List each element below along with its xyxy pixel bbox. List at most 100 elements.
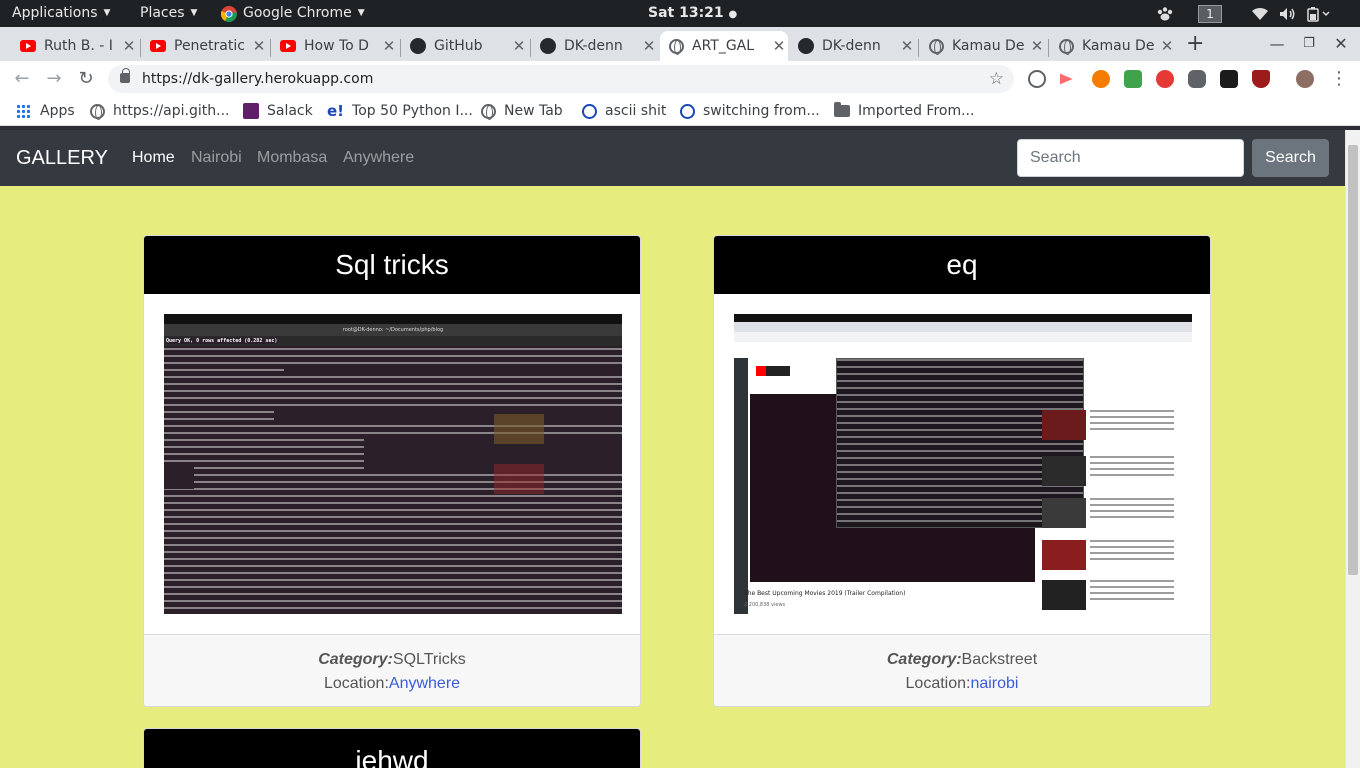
screenshot-status-line: Query OK, 0 rows affected (0.282 sec) (166, 338, 278, 344)
extension-icon[interactable] (1188, 70, 1206, 88)
battery-icon[interactable] (1307, 0, 1331, 27)
tab-title: ART_GAL (692, 38, 755, 54)
youtube-icon (20, 38, 36, 54)
close-tab-icon[interactable]: ✕ (1028, 37, 1046, 55)
location-label: Location: (905, 675, 971, 692)
site-icon (680, 103, 695, 119)
browser-tab[interactable]: DK-denn ✕ (532, 31, 658, 61)
new-tab-button[interactable]: + (1186, 27, 1204, 61)
lock-icon (120, 68, 130, 83)
browser-tab[interactable]: DK-denn ✕ (790, 31, 916, 61)
bookmark-item[interactable]: Salack (243, 97, 313, 125)
extension-icon[interactable] (1060, 73, 1073, 85)
site-navbar: GALLERY Home Nairobi Mombasa Anywhere Se… (0, 130, 1345, 186)
reload-button[interactable]: ↻ (74, 61, 98, 97)
card-image[interactable]: The Best Upcoming Movies 2019 (Trailer C… (734, 314, 1192, 614)
github-icon (410, 38, 426, 54)
card-footer: Category:SQLTricks Location:Anywhere (144, 634, 640, 706)
places-menu[interactable]: Places ▼ (140, 0, 197, 27)
wifi-icon[interactable] (1251, 0, 1269, 27)
tab-title: How To D (304, 38, 369, 54)
extension-icon[interactable] (1092, 70, 1110, 88)
workspace-indicator[interactable]: 1 (1198, 0, 1222, 27)
close-tab-icon[interactable]: ✕ (250, 37, 268, 55)
bookmark-label: New Tab (504, 103, 563, 119)
folder-icon (834, 102, 850, 117)
bookmark-label: switching from... (703, 103, 820, 119)
browser-tab[interactable]: Kamau De ✕ (920, 31, 1046, 61)
kebab-menu-icon[interactable]: ⋮ (1330, 61, 1348, 97)
bookmark-item[interactable]: ascii shit (582, 97, 666, 125)
clock[interactable]: Sat 13:21 ● (648, 0, 737, 28)
close-tab-icon[interactable]: ✕ (640, 37, 658, 55)
extension-icon[interactable] (1252, 70, 1270, 88)
close-tab-icon[interactable]: ✕ (510, 37, 528, 55)
extension-icon[interactable] (1156, 70, 1174, 88)
terminal-screenshot: root@DK-denno: ~/Documents/php/blog Quer… (164, 314, 622, 614)
bookmark-item[interactable]: e! Top 50 Python I... (327, 97, 473, 125)
browser-tab[interactable]: GitHub ✕ (402, 31, 528, 61)
bookmark-item[interactable]: https://api.gith... (90, 97, 229, 125)
caret-down-icon: ▼ (357, 8, 365, 18)
bookmark-label: Top 50 Python I... (352, 103, 473, 119)
gallery-card: eq The Best Upcoming Movies 2019 (Traile… (713, 235, 1211, 707)
volume-icon[interactable] (1279, 0, 1297, 27)
gallery-card: iehwd (143, 728, 641, 768)
bookmark-item[interactable]: New Tab (481, 97, 563, 125)
restore-icon[interactable]: ❐ (1294, 27, 1324, 61)
location-link[interactable]: nairobi (970, 675, 1018, 692)
minimize-icon[interactable]: — (1262, 27, 1292, 61)
search-button[interactable]: Search (1252, 139, 1329, 177)
close-tab-icon[interactable]: ✕ (120, 37, 138, 55)
close-tab-icon[interactable]: ✕ (898, 37, 916, 55)
scrollbar-thumb[interactable] (1348, 145, 1358, 575)
avatar[interactable] (1296, 70, 1314, 88)
browser-tab[interactable]: How To D ✕ (272, 31, 398, 61)
paw-icon[interactable] (1156, 0, 1174, 27)
bookmark-item[interactable]: switching from... (680, 97, 820, 125)
tab-title: DK-denn (564, 38, 623, 54)
browser-toolbar: ← → ↻ https://dk-gallery.herokuapp.com ☆… (0, 61, 1360, 97)
card-image[interactable]: root@DK-denno: ~/Documents/php/blog Quer… (164, 314, 622, 614)
extension-icon[interactable] (1220, 70, 1238, 88)
nav-home[interactable]: Home (132, 130, 175, 186)
extension-icon[interactable] (1028, 70, 1046, 88)
bookmark-apps[interactable]: Apps (16, 97, 75, 125)
category-label: Category: (318, 651, 393, 668)
screenshot-title-bar: root@DK-denno: ~/Documents/php/blog (164, 324, 622, 336)
tab-title: Kamau De (1082, 38, 1155, 54)
notification-dot-icon: ● (728, 9, 738, 20)
github-icon (798, 38, 814, 54)
bookmark-star-icon[interactable]: ☆ (989, 65, 1004, 93)
bookmarks-bar: Apps https://api.gith... Salack e! Top 5… (0, 97, 1360, 126)
nav-anywhere[interactable]: Anywhere (343, 130, 414, 186)
clock-text: Sat 13:21 (648, 5, 724, 21)
location-link[interactable]: Anywhere (389, 675, 460, 692)
nav-nairobi[interactable]: Nairobi (191, 130, 242, 186)
site-brand[interactable]: GALLERY (16, 130, 108, 186)
app-name: Google Chrome (243, 5, 352, 21)
search-input[interactable]: Search (1017, 139, 1244, 177)
close-window-icon[interactable]: ✕ (1326, 27, 1356, 61)
close-tab-icon[interactable]: ✕ (1158, 37, 1176, 55)
browser-tab[interactable]: Kamau De ✕ (1050, 31, 1176, 61)
category-label: Category: (886, 651, 962, 668)
close-tab-icon[interactable]: ✕ (380, 37, 398, 55)
nav-mombasa[interactable]: Mombasa (257, 130, 327, 186)
browser-tab-active[interactable]: ART_GAL ✕ (660, 31, 788, 61)
address-bar[interactable]: https://dk-gallery.herokuapp.com ☆ (108, 65, 1014, 93)
video-views: 2,200,838 views (744, 602, 786, 608)
app-menu[interactable]: Google Chrome ▼ (221, 0, 365, 27)
browser-tab-strip: Ruth B. - I ✕ Penetratic ✕ How To D ✕ Gi… (0, 27, 1360, 61)
globe-icon (90, 103, 105, 120)
extension-icon[interactable] (1124, 70, 1142, 88)
browser-tab[interactable]: Ruth B. - I ✕ (12, 31, 138, 61)
back-button[interactable]: ← (10, 61, 34, 97)
applications-menu[interactable]: Applications ▼ (12, 0, 110, 27)
browser-tab[interactable]: Penetratic ✕ (142, 31, 268, 61)
bookmark-folder[interactable]: Imported From... (834, 97, 974, 125)
card-category: Category:Backstreet (714, 648, 1210, 672)
forward-button[interactable]: → (42, 61, 66, 97)
tab-title: DK-denn (822, 38, 881, 54)
close-tab-icon[interactable]: ✕ (770, 37, 788, 55)
